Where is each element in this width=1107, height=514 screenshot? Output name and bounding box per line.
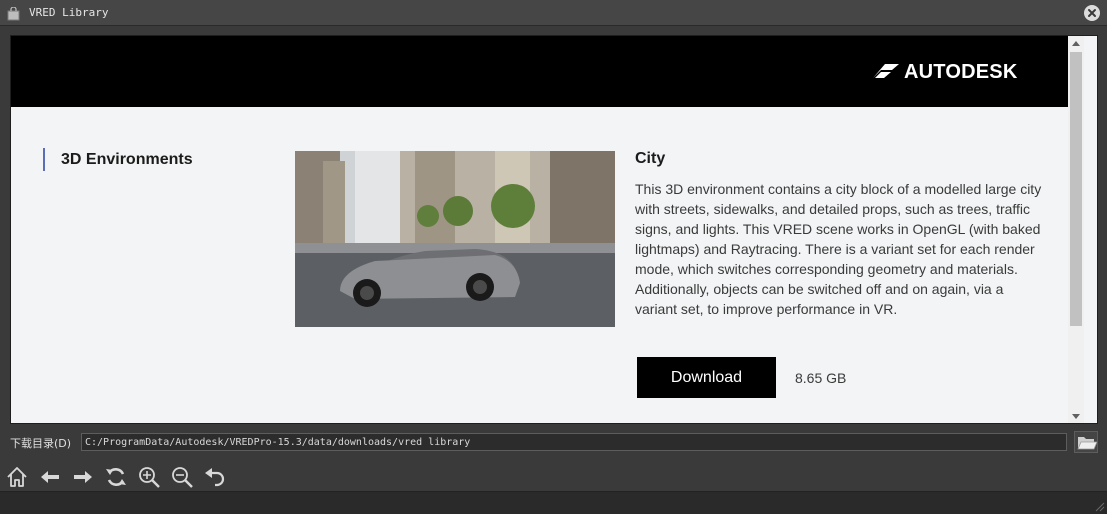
scroll-up-arrow-icon[interactable] [1071,39,1081,47]
close-icon[interactable] [1084,5,1100,21]
city-street-sports-car-image [295,151,615,327]
back-arrow-icon[interactable] [38,465,62,489]
site-header: AUTODESK [11,36,1068,107]
window-title: VRED Library [29,6,109,19]
forward-arrow-icon[interactable] [71,465,95,489]
zoom-out-icon[interactable] [170,465,194,489]
download-directory-input[interactable] [81,433,1067,451]
library-webview: AUTODESK 3D Environments City This 3D en… [10,35,1098,424]
scroll-down-arrow-icon[interactable] [1071,413,1081,421]
window-titlebar: VRED Library [0,0,1107,26]
refresh-icon[interactable] [104,465,128,489]
scroll-thumb[interactable] [1070,52,1082,326]
home-icon[interactable] [5,465,29,489]
resize-grip-icon[interactable] [1095,502,1105,512]
download-button[interactable]: Download [637,357,776,398]
item-description: This 3D environment contains a city bloc… [635,181,1042,317]
zoom-in-icon[interactable] [137,465,161,489]
open-folder-icon [1077,437,1097,450]
download-directory-label: 下载目录(D) [10,437,72,450]
category-3d-environments[interactable]: 3D Environments [43,148,193,171]
download-directory-bar: 下载目录(D) [0,430,1107,456]
browse-folder-button[interactable] [1074,431,1098,453]
file-size: 8.65 GB [795,370,847,386]
navigation-toolbar [0,463,1107,491]
undo-icon[interactable] [203,465,227,489]
vertical-scrollbar[interactable] [1068,36,1084,423]
brand-name: AUTODESK [904,61,1018,83]
status-bar [0,491,1107,514]
item-title: City [635,150,666,167]
library-bag-icon [7,6,20,21]
autodesk-logo-icon [873,64,899,78]
